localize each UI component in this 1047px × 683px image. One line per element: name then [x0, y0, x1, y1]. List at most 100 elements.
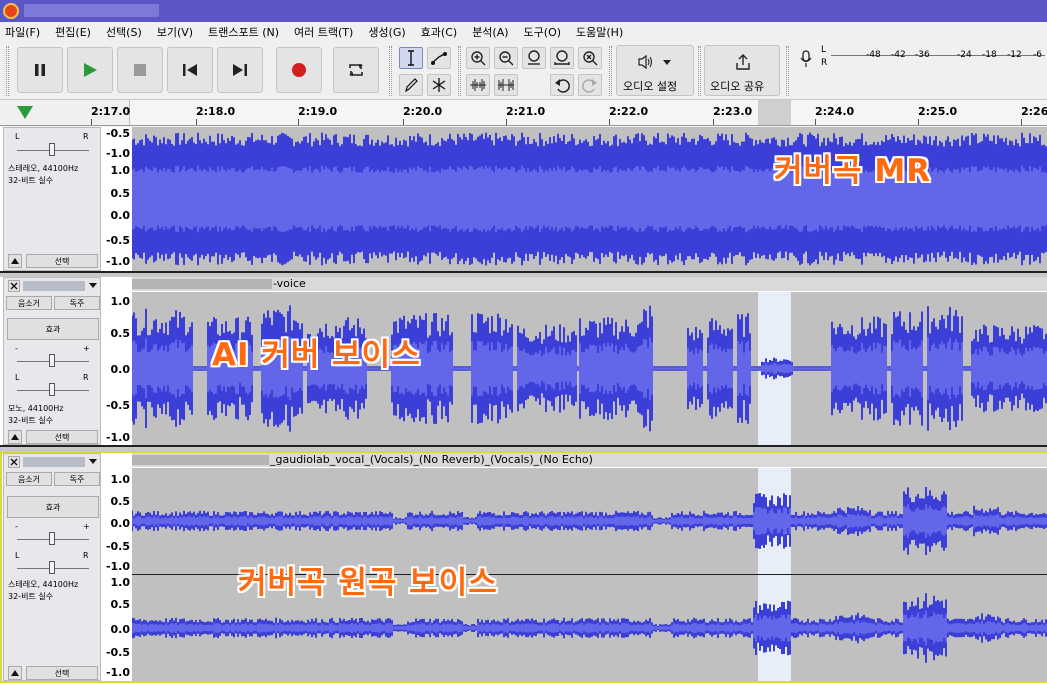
scale-label: -0.5 [105, 646, 130, 659]
trim-audio-button[interactable] [466, 74, 490, 96]
menu-file[interactable]: 파일(F) [5, 24, 40, 40]
pan-slider-handle[interactable] [49, 383, 55, 396]
toolbar-grip[interactable] [389, 46, 392, 96]
toolbar-grip[interactable] [609, 46, 612, 96]
audio-setup-button[interactable]: 오디오 설정 [616, 45, 694, 96]
multi-tool-button[interactable] [427, 74, 451, 96]
effects-button[interactable]: 효과 [7, 318, 99, 340]
scale-label: 1.0 [110, 164, 131, 177]
silence-audio-button[interactable] [494, 74, 518, 96]
zoom-out-button[interactable] [494, 47, 518, 69]
gain-plus-label: + [83, 522, 90, 531]
ruler-tick-label: 2:23.0 [713, 105, 753, 118]
audio-setup-label: 오디오 설정 [623, 80, 678, 93]
stop-button[interactable] [117, 47, 163, 93]
fit-selection-button[interactable] [522, 47, 546, 69]
redo-button[interactable] [578, 74, 602, 96]
timeline-ruler[interactable]: 2:17.0 2:18.0 2:19.0 2:20.0 2:21.0 2:22.… [0, 100, 1047, 126]
effects-button[interactable]: 효과 [7, 496, 99, 518]
record-meter-button[interactable] [794, 47, 818, 71]
ruler-tick-label: 2:20.0 [403, 105, 443, 118]
collapse-track-button[interactable] [8, 666, 22, 680]
select-track-button[interactable]: 선택 [26, 666, 98, 680]
toolbar-grip[interactable] [6, 46, 9, 96]
overlay-label-mr: 커버곡 MR [774, 153, 932, 189]
ruler-tick-mark [815, 119, 816, 125]
amplitude-scale: 1.0 0.5 0.0 -0.5 -1.0 1.0 0.5 0.0 -0.5 -… [101, 453, 132, 681]
toolbar-grip[interactable] [458, 46, 461, 96]
loop-button[interactable] [333, 47, 379, 93]
toolbar-grip[interactable] [698, 46, 701, 96]
menu-generate[interactable]: 생성(G) [368, 24, 405, 40]
play-button[interactable] [67, 47, 113, 93]
undo-button[interactable] [550, 74, 574, 96]
zoom-in-button[interactable] [466, 47, 490, 69]
ruler-tick-mark [506, 119, 507, 125]
zoom-in-icon [471, 51, 486, 66]
select-track-button[interactable]: 선택 [26, 254, 98, 268]
gain-slider-handle[interactable] [49, 532, 55, 545]
close-track-button[interactable] [8, 456, 20, 468]
selection-tool-button[interactable] [399, 47, 423, 69]
record-button[interactable] [276, 47, 322, 93]
close-track-button[interactable] [8, 280, 20, 292]
skip-to-end-button[interactable] [217, 47, 263, 93]
menu-bar: 파일(F) 편집(E) 선택(S) 보기(V) 트랜스포트 (N) 여러 트랙(… [0, 22, 1047, 42]
clip-header[interactable]: _gaudiolab_vocal_(Vocals)_(No Reverb)_(V… [132, 453, 1047, 467]
menu-analyze[interactable]: 분석(A) [472, 24, 508, 40]
collapse-track-button[interactable] [8, 430, 22, 444]
track-menu-arrow-icon[interactable] [89, 459, 97, 465]
ruler-tick-label: 2:18.0 [196, 105, 236, 118]
pan-slider-handle[interactable] [49, 561, 55, 574]
mute-button[interactable]: 음소거 [6, 472, 52, 486]
envelope-tool-button[interactable] [427, 47, 451, 69]
fit-project-button[interactable] [550, 47, 574, 69]
toolbar-grip[interactable] [786, 46, 789, 96]
track-format: 스테레오, 44100Hz [8, 580, 79, 589]
track-name-redacted[interactable] [23, 281, 85, 291]
ruler-tick-label: 2:24.0 [815, 105, 855, 118]
scale-label: 1.0 [110, 576, 131, 589]
overlay-label-original-voice: 커버곡 원곡 보이스 [238, 565, 498, 601]
ruler-tick-mark [918, 119, 919, 125]
menu-help[interactable]: 도움말(H) [576, 24, 623, 40]
close-icon [10, 458, 18, 466]
track-original-voice: 음소거 독주 효과 - + L R 스테레오, 44100Hz 32-비트 실수… [0, 451, 1047, 683]
collapse-track-button[interactable] [8, 254, 22, 268]
clip-name-redacted [132, 455, 269, 465]
track-menu-arrow-icon[interactable] [89, 283, 97, 289]
clip-header[interactable]: -voice [132, 277, 1047, 291]
play-head-icon[interactable] [17, 106, 33, 119]
track-name-redacted[interactable] [23, 457, 85, 467]
share-icon [736, 54, 750, 70]
menu-tracks[interactable]: 여러 트랙(T) [294, 24, 353, 40]
solo-button[interactable]: 독주 [54, 472, 100, 486]
menu-tools[interactable]: 도구(O) [524, 24, 561, 40]
draw-tool-button[interactable] [399, 74, 423, 96]
menu-edit[interactable]: 편집(E) [55, 24, 91, 40]
solo-button[interactable]: 독주 [54, 296, 100, 310]
select-track-button[interactable]: 선택 [26, 430, 98, 444]
scale-label: 0.0 [110, 363, 131, 376]
share-audio-label: 오디오 공유 [710, 80, 765, 93]
speaker-icon [638, 54, 653, 70]
mute-button[interactable]: 음소거 [6, 296, 52, 310]
pause-button[interactable] [17, 47, 63, 93]
menu-effect[interactable]: 효과(C) [421, 24, 458, 40]
share-audio-button[interactable]: 오디오 공유 [704, 45, 780, 96]
pan-slider-handle[interactable] [49, 143, 55, 156]
zoom-toggle-button[interactable] [578, 47, 602, 69]
trim-icon [470, 79, 486, 91]
menu-select[interactable]: 선택(S) [106, 24, 142, 40]
collapse-icon [11, 258, 19, 264]
window-title-redacted [24, 4, 159, 17]
menu-view[interactable]: 보기(V) [157, 24, 193, 40]
ruler-tick-mark [298, 119, 299, 125]
gain-slider-handle[interactable] [49, 354, 55, 367]
menu-transport[interactable]: 트랜스포트 (N) [208, 24, 279, 40]
envelope-icon [431, 52, 447, 65]
skip-to-start-button[interactable] [167, 47, 213, 93]
gain-plus-label: + [83, 344, 90, 353]
undo-icon [555, 79, 570, 93]
scale-label: 0.5 [110, 327, 131, 340]
